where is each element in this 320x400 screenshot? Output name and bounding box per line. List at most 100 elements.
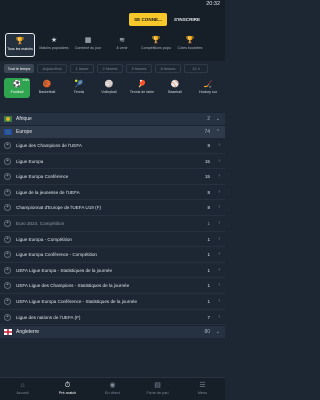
sport-football[interactable]: 4399 ⚽ Football <box>4 78 30 98</box>
add-favorite-icon[interactable]: + <box>4 297 11 305</box>
sport-label: Basketball <box>38 90 56 94</box>
sport-hockey[interactable]: 🏒 Hockey sur <box>194 78 222 98</box>
chevron-right-icon: › <box>218 251 220 258</box>
sport-baseball[interactable]: ⚾ Baseball <box>162 78 188 98</box>
country-row-africa[interactable]: Afrique 2 ⌄ <box>0 112 225 125</box>
sport-label: Tennis de table <box>129 90 155 94</box>
quick-filter-label: Matchs populaires <box>39 46 69 50</box>
live-icon: ◉ <box>109 382 116 389</box>
quick-filter-daily-combo[interactable]: ▦ Combiné du jour <box>73 33 103 57</box>
add-favorite-icon[interactable]: + <box>4 204 11 212</box>
league-row[interactable]: + Championnat d'Europe de l'UEFA U19 (F)… <box>0 200 225 216</box>
login-button[interactable]: SE CONNE... <box>129 13 167 26</box>
quick-filter-boosted-odds[interactable]: 🏆 Cotes boostées <box>175 33 205 57</box>
chevron-right-icon: › <box>218 157 220 164</box>
time-filter-12h[interactable]: 12 h <box>184 64 208 73</box>
time-filter-1h[interactable]: 1 heure <box>70 64 94 73</box>
add-favorite-icon[interactable]: + <box>4 251 11 259</box>
add-favorite-icon[interactable]: + <box>4 142 11 149</box>
time-filter-today[interactable]: Aujourd'hui <box>37 64 67 73</box>
add-favorite-icon[interactable]: + <box>4 266 11 274</box>
nav-menu[interactable]: ☰ Menu <box>180 378 225 400</box>
league-name: Ligue Europa <box>16 158 44 164</box>
league-count: 15 <box>204 158 210 164</box>
trophy-icon: 🏆 <box>15 38 25 45</box>
chevron-right-icon: › <box>218 188 220 195</box>
league-row[interactable]: + UEFA Ligue Europa - Statistiques de la… <box>0 262 225 279</box>
add-favorite-icon[interactable]: + <box>4 219 11 227</box>
hockey-icon: 🏒 <box>203 81 213 88</box>
league-row[interactable]: + Ligue Europa Conférence 15 › <box>0 169 225 185</box>
add-favorite-icon[interactable]: + <box>4 188 11 196</box>
table-tennis-icon: 🏓 <box>137 81 147 88</box>
add-favorite-icon[interactable]: + <box>4 282 11 290</box>
chevron-down-icon: ⌄ <box>215 329 220 336</box>
country-name: Afrique <box>16 116 32 122</box>
country-count: 74 <box>204 129 210 135</box>
league-name: Euro 2024. Compétition <box>16 220 65 226</box>
chevron-right-icon: › <box>218 282 220 289</box>
star-icon: ★ <box>50 37 58 44</box>
register-button[interactable]: S'INSCRIRE <box>172 13 202 26</box>
sport-basketball[interactable]: 🏀 Basketball <box>34 78 60 98</box>
add-favorite-icon[interactable]: + <box>4 235 11 243</box>
league-name: Ligue Europa Conférence <box>16 174 69 180</box>
quick-filter-popular-matches[interactable]: ★ Matchs populaires <box>39 33 69 57</box>
chevron-right-icon: › <box>218 266 220 273</box>
league-row[interactable]: + Ligue Europa Conférence - Compétition … <box>0 247 225 263</box>
add-favorite-icon[interactable]: + <box>4 313 11 321</box>
league-row[interactable]: + Ligue Europa 15 › <box>0 153 225 170</box>
status-bar: 20:32 <box>0 0 225 9</box>
league-name: UEFA Ligue des Champions - Statistiques … <box>16 283 130 289</box>
chevron-right-icon: › <box>218 235 220 242</box>
nav-label: Pré-match <box>58 391 77 395</box>
quick-filter-all-matches[interactable]: 🏆 Tous les matchs <box>5 33 35 57</box>
league-count: 1 <box>207 252 210 258</box>
league-count: 1 <box>207 220 210 226</box>
league-row[interactable]: + Ligue de la jeunesse de l'UEFA 8 › <box>0 184 225 201</box>
league-count: 8 <box>207 189 210 195</box>
sport-tennis[interactable]: 🎾 Tennis <box>66 78 92 98</box>
chevron-down-icon: ⌄ <box>215 116 220 122</box>
quick-filter-label: Cotes boostées <box>177 46 203 50</box>
baseball-icon: ⚾ <box>170 81 180 88</box>
quick-filter-upcoming[interactable]: ≋ À venir <box>107 33 137 57</box>
sport-label: Volleyball <box>101 90 117 94</box>
nav-home[interactable]: ⌂ Accueil <box>0 378 45 400</box>
league-row[interactable]: + UEFA Ligue Europa Conférence - Statist… <box>0 293 225 310</box>
sport-volleyball[interactable]: 🏐 Volleyball <box>96 78 122 98</box>
league-row[interactable]: + Ligue des Champions de l'UEFA 8 › <box>0 138 225 154</box>
league-count: 15 <box>204 174 210 180</box>
league-count: 7 <box>207 314 210 320</box>
league-row[interactable]: + UEFA Ligue des Champions - Statistique… <box>0 278 225 294</box>
chevron-right-icon: › <box>218 297 220 304</box>
trophy-icon: 🏆 <box>151 37 161 44</box>
league-row[interactable]: + Ligue des nations de l'UEFA (F) 7 › <box>0 309 225 326</box>
time-filter-2h[interactable]: 2 heures <box>97 64 123 73</box>
chevron-right-icon: › <box>218 204 220 211</box>
nav-betslip[interactable]: ▤ Fiche de pari <box>135 378 180 400</box>
country-row-england[interactable]: Angleterre 80 ⌄ <box>0 325 225 339</box>
nav-prematch[interactable]: ⏱ Pré-match <box>45 378 90 400</box>
league-row[interactable]: + Ligue Europa - Compétition 1 › <box>0 231 225 248</box>
time-filter-6h[interactable]: 6 heures <box>155 64 181 73</box>
quick-filter-popular-competitions[interactable]: 🏆 Compétitions populaires <box>141 33 171 57</box>
league-name: Ligue des Champions de l'UEFA <box>16 143 82 148</box>
league-name: Ligue Europa Conférence - Compétition <box>16 252 97 258</box>
quick-filter-bar: 🏆 Tous les matchs ★ Matchs populaires ▦ … <box>0 31 225 61</box>
country-count: 80 <box>204 329 210 336</box>
country-name: Angleterre <box>16 329 40 336</box>
add-favorite-icon[interactable]: + <box>4 173 11 181</box>
chevron-right-icon: › <box>218 173 220 180</box>
add-favorite-icon[interactable]: + <box>4 157 11 165</box>
quick-filter-label: Compétitions populaires <box>141 46 171 50</box>
time-filter-3h[interactable]: 3 heures <box>126 64 152 73</box>
trophy-icon: 🏆 <box>185 37 195 44</box>
menu-icon: ☰ <box>199 382 206 389</box>
time-filter-all[interactable]: Tout le temps <box>4 64 34 73</box>
nav-live[interactable]: ◉ En direct <box>90 378 135 400</box>
calendar-icon: ▦ <box>84 37 92 44</box>
country-row-europe[interactable]: Europe 74 ⌃ <box>0 125 225 138</box>
sport-table-tennis[interactable]: 🏓 Tennis de table <box>126 78 158 98</box>
league-row[interactable]: + Euro 2024. Compétition 1 › <box>0 215 225 232</box>
